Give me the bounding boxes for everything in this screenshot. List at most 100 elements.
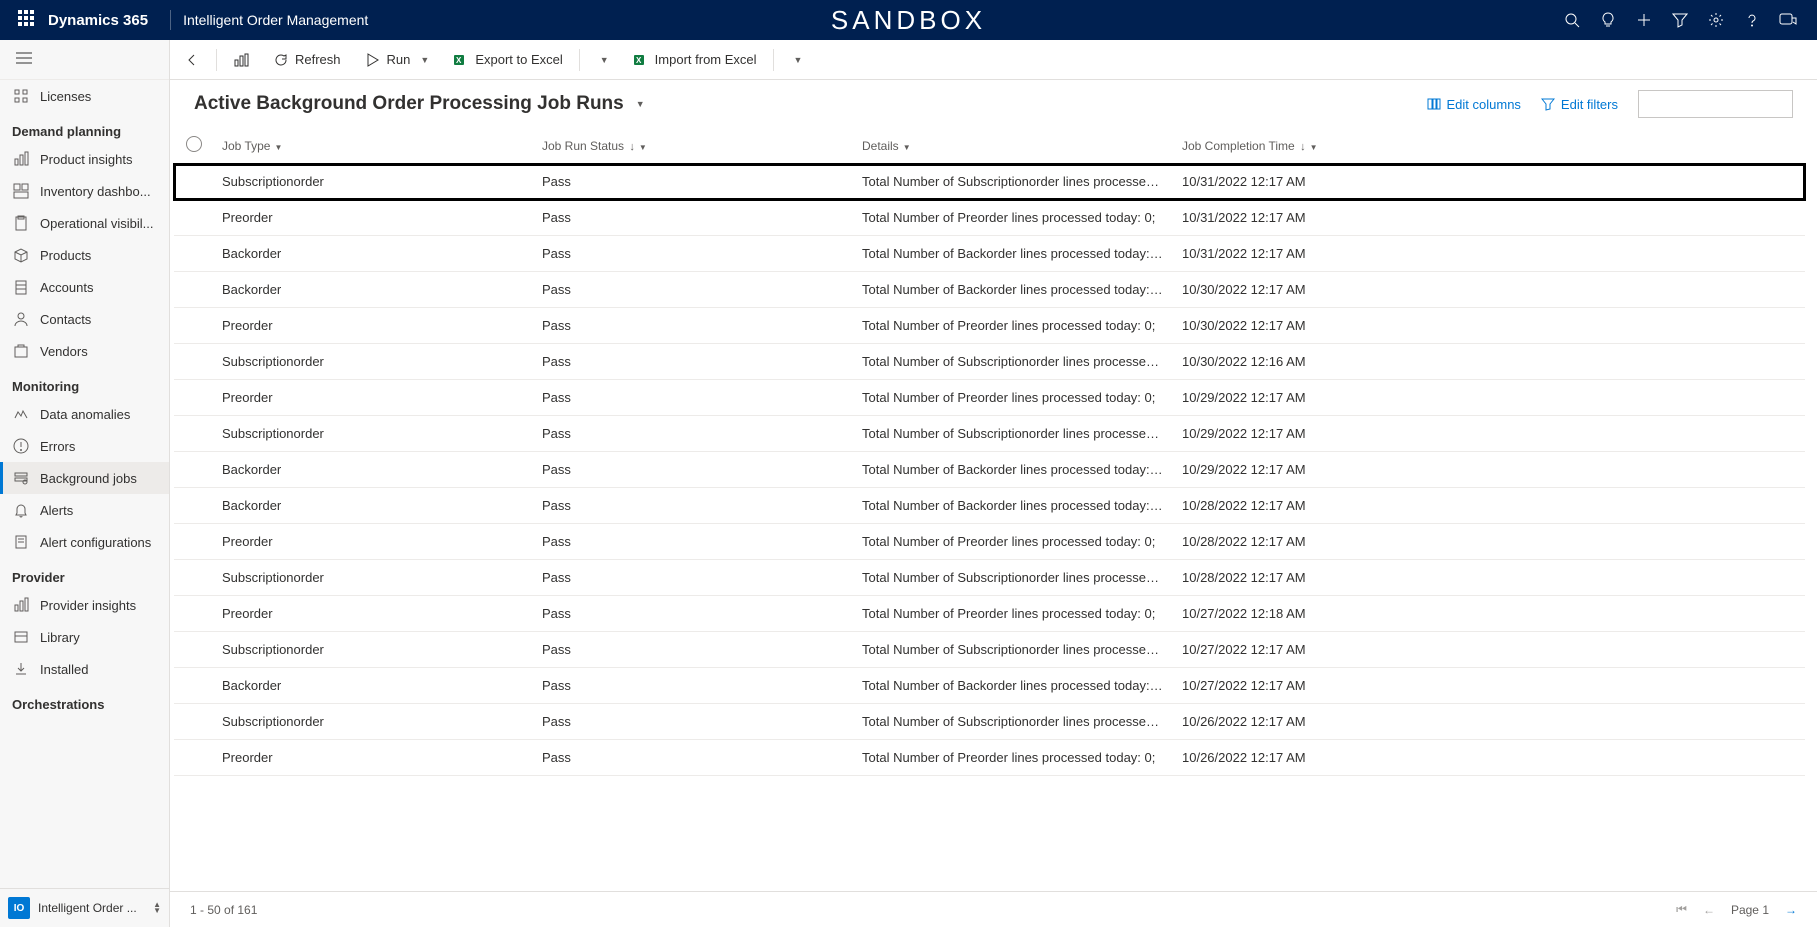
- export-excel-button[interactable]: X Export to Excel: [443, 46, 572, 74]
- row-select-cell[interactable]: [174, 344, 214, 380]
- first-page-button[interactable]: ⏮: [1676, 902, 1687, 917]
- cell-status: Pass: [534, 596, 854, 632]
- sidebar-item-provider-insights[interactable]: Provider insights: [0, 589, 169, 621]
- sidebar-item-alert-config[interactable]: Alert configurations: [0, 526, 169, 558]
- sidebar-item-label: Inventory dashbo...: [40, 184, 151, 199]
- table-row[interactable]: SubscriptionorderPassTotal Number of Sub…: [174, 560, 1805, 596]
- table-row[interactable]: PreorderPassTotal Number of Preorder lin…: [174, 596, 1805, 632]
- table-row[interactable]: BackorderPassTotal Number of Backorder l…: [174, 668, 1805, 704]
- sidebar-item-anomalies[interactable]: Data anomalies: [0, 398, 169, 430]
- cell-details: Total Number of Backorder lines processe…: [854, 452, 1174, 488]
- sidebar-item-label: Products: [40, 248, 91, 263]
- table-row[interactable]: SubscriptionorderPassTotal Number of Sub…: [174, 416, 1805, 452]
- search-icon[interactable]: [1563, 11, 1581, 29]
- table-row[interactable]: SubscriptionorderPassTotal Number of Sub…: [174, 344, 1805, 380]
- top-nav-bar: Dynamics 365 Intelligent Order Managemen…: [0, 0, 1817, 40]
- table-row[interactable]: SubscriptionorderPassTotal Number of Sub…: [174, 632, 1805, 668]
- refresh-button[interactable]: Refresh: [263, 46, 351, 74]
- row-select-cell[interactable]: [174, 452, 214, 488]
- chevron-down-icon: ▼: [1310, 143, 1318, 152]
- import-excel-button[interactable]: X Import from Excel: [623, 46, 767, 74]
- edit-filters-button[interactable]: Edit filters: [1541, 97, 1618, 112]
- row-select-cell[interactable]: [174, 596, 214, 632]
- run-label: Run: [387, 52, 411, 67]
- sidebar-item-background-jobs[interactable]: Background jobs: [0, 462, 169, 494]
- run-button[interactable]: Run ▼: [355, 46, 440, 74]
- cell-status: Pass: [534, 632, 854, 668]
- row-select-cell[interactable]: [174, 416, 214, 452]
- row-select-cell[interactable]: [174, 704, 214, 740]
- back-button[interactable]: [174, 46, 210, 74]
- lightbulb-icon[interactable]: [1599, 11, 1617, 29]
- row-select-cell[interactable]: [174, 668, 214, 704]
- column-header-details[interactable]: Details▼: [854, 128, 1174, 164]
- table-row[interactable]: SubscriptionorderPassTotal Number of Sub…: [174, 164, 1805, 200]
- export-dropdown[interactable]: ▼: [586, 49, 619, 71]
- sidebar-item-products[interactable]: Products: [0, 239, 169, 271]
- table-row[interactable]: PreorderPassTotal Number of Preorder lin…: [174, 308, 1805, 344]
- table-row[interactable]: BackorderPassTotal Number of Backorder l…: [174, 452, 1805, 488]
- table-row[interactable]: PreorderPassTotal Number of Preorder lin…: [174, 380, 1805, 416]
- sidebar-item-errors[interactable]: Errors: [0, 430, 169, 462]
- table-row[interactable]: SubscriptionorderPassTotal Number of Sub…: [174, 704, 1805, 740]
- cell-jobtype: Preorder: [214, 308, 534, 344]
- grid-search-input[interactable]: [1638, 90, 1793, 118]
- cell-details: Total Number of Subscriptionorder lines …: [854, 344, 1174, 380]
- plus-icon[interactable]: [1635, 11, 1653, 29]
- row-select-cell[interactable]: [174, 632, 214, 668]
- row-select-cell[interactable]: [174, 164, 214, 200]
- cell-time: 10/29/2022 12:17 AM: [1174, 416, 1805, 452]
- table-row[interactable]: BackorderPassTotal Number of Backorder l…: [174, 488, 1805, 524]
- row-select-cell[interactable]: [174, 236, 214, 272]
- row-select-cell[interactable]: [174, 200, 214, 236]
- sidebar-item-alerts[interactable]: Alerts: [0, 494, 169, 526]
- table-row[interactable]: BackorderPassTotal Number of Backorder l…: [174, 272, 1805, 308]
- select-all-header[interactable]: [174, 128, 214, 164]
- gear-icon[interactable]: [1707, 11, 1725, 29]
- chart-button[interactable]: [223, 46, 259, 74]
- app-name-label[interactable]: Intelligent Order Management: [183, 12, 368, 28]
- sidebar-item-vendors[interactable]: Vendors: [0, 335, 169, 367]
- page-label: Page 1: [1731, 903, 1769, 917]
- sidebar-app-switcher[interactable]: IO Intelligent Order ... ▲▼: [0, 888, 169, 927]
- filter-icon[interactable]: [1671, 11, 1689, 29]
- row-select-cell[interactable]: [174, 488, 214, 524]
- cell-jobtype: Preorder: [214, 200, 534, 236]
- row-select-cell[interactable]: [174, 380, 214, 416]
- help-icon[interactable]: [1743, 11, 1761, 29]
- excel-icon: X: [633, 52, 649, 68]
- column-header-status[interactable]: Job Run Status ▼: [534, 128, 854, 164]
- row-select-cell[interactable]: [174, 308, 214, 344]
- row-select-cell[interactable]: [174, 524, 214, 560]
- table-row[interactable]: PreorderPassTotal Number of Preorder lin…: [174, 740, 1805, 776]
- table-row[interactable]: BackorderPassTotal Number of Backorder l…: [174, 236, 1805, 272]
- edit-columns-label: Edit columns: [1447, 97, 1521, 112]
- columns-icon: [1427, 97, 1441, 111]
- prev-page-button[interactable]: ←: [1703, 903, 1715, 917]
- assistant-icon[interactable]: [1779, 11, 1797, 29]
- sidebar-item-contacts[interactable]: Contacts: [0, 303, 169, 335]
- app-launcher-icon[interactable]: [18, 10, 38, 30]
- download-icon: [12, 660, 30, 678]
- view-selector[interactable]: Active Background Order Processing Job R…: [194, 93, 645, 115]
- import-dropdown[interactable]: ▼: [780, 49, 813, 71]
- row-select-cell[interactable]: [174, 740, 214, 776]
- next-page-button[interactable]: →: [1785, 903, 1797, 917]
- sidebar-item-operational-visibility[interactable]: Operational visibil...: [0, 207, 169, 239]
- column-header-completion[interactable]: Job Completion Time ▼: [1174, 128, 1805, 164]
- chevron-updown-icon[interactable]: ▲▼: [153, 902, 161, 914]
- row-select-cell[interactable]: [174, 272, 214, 308]
- table-row[interactable]: PreorderPassTotal Number of Preorder lin…: [174, 524, 1805, 560]
- edit-columns-button[interactable]: Edit columns: [1427, 97, 1521, 112]
- table-row[interactable]: PreorderPassTotal Number of Preorder lin…: [174, 200, 1805, 236]
- row-select-cell[interactable]: [174, 560, 214, 596]
- sidebar-item-product-insights[interactable]: Product insights: [0, 143, 169, 175]
- sidebar-item-licenses[interactable]: Licenses: [0, 80, 169, 112]
- sidebar-item-inventory-dashboard[interactable]: Inventory dashbo...: [0, 175, 169, 207]
- sidebar-item-library[interactable]: Library: [0, 621, 169, 653]
- sidebar-item-installed[interactable]: Installed: [0, 653, 169, 685]
- column-header-jobtype[interactable]: Job Type▼: [214, 128, 534, 164]
- sidebar-item-accounts[interactable]: Accounts: [0, 271, 169, 303]
- sidebar-group-provider: Provider: [0, 558, 169, 589]
- hamburger-icon[interactable]: [0, 40, 169, 80]
